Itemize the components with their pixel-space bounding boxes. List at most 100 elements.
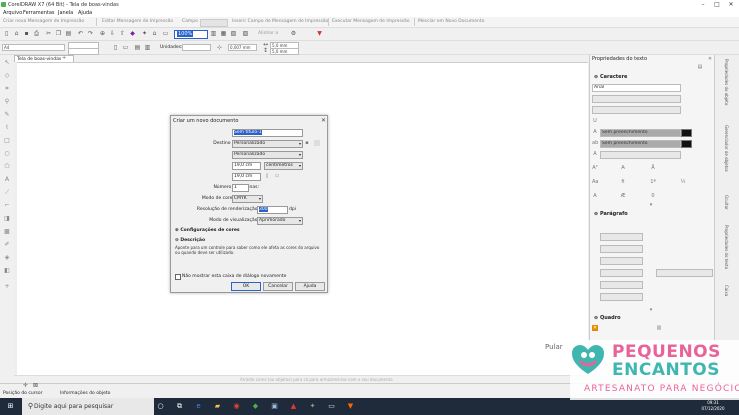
taskbar-search-box[interactable]: Digite aqui para pesquisar [22, 398, 154, 415]
more-chevron-icon[interactable]: ▾ [648, 202, 654, 208]
app2-taskbar-icon[interactable]: ✦ [308, 402, 317, 411]
zoom-tool-icon[interactable]: ⚲ [3, 98, 11, 106]
app4-taskbar-icon[interactable]: ▼ [346, 402, 355, 411]
font-list-select[interactable]: Arial [592, 84, 681, 92]
background-fill-swatch[interactable] [681, 140, 692, 148]
tab-text-properties[interactable]: Propriedades do texto [721, 225, 729, 269]
add-tab-icon[interactable]: + [62, 55, 68, 62]
pages-input[interactable]: 1 [232, 184, 249, 192]
background-fill-select[interactable]: Sem preenchimento [600, 140, 681, 148]
insert-field-button[interactable]: Inserir Campo de Mensagem de Impressão [232, 17, 328, 27]
maximize-button[interactable]: □ [710, 0, 724, 10]
dont-show-checkbox[interactable] [175, 274, 181, 280]
interactive-fill-tool-icon[interactable]: ◈ [3, 254, 11, 262]
docker-close-icon[interactable]: ✕ [707, 56, 713, 62]
print-icon[interactable]: ⎙ [33, 30, 40, 37]
color-settings-toggle[interactable]: ⊕ Configurações de cores [175, 228, 240, 233]
outline-width-select[interactable] [600, 151, 681, 159]
corel-connect-icon[interactable]: ◆ [129, 30, 136, 37]
field-select[interactable] [200, 19, 228, 27]
page-height-field[interactable] [68, 48, 99, 55]
import-icon[interactable]: ⇩ [109, 30, 116, 37]
edit-merge-button[interactable]: Editar Mensagem de Impressão [102, 17, 173, 27]
ligature-icon[interactable]: fi [620, 179, 626, 185]
page-size-select[interactable]: A4 [2, 44, 65, 51]
chrome-icon[interactable]: ◉ [232, 402, 241, 411]
ok-button[interactable]: OK [231, 282, 261, 291]
space-before-field[interactable] [600, 257, 643, 265]
export-icon[interactable]: ⇧ [119, 30, 126, 37]
windows-start-icon[interactable]: ⊞ [6, 402, 15, 411]
smart-fill-tool-icon[interactable]: ◧ [3, 267, 11, 275]
color-eyedropper-tool-icon[interactable]: ✐ [3, 241, 11, 249]
paragraph-section-header[interactable]: ⊖ Parágrafo [594, 211, 628, 217]
small-caps-icon[interactable]: Aa [592, 179, 598, 185]
columns-icon[interactable]: ▥ [656, 325, 662, 331]
coreldraw-taskbar-icon[interactable]: ◆ [251, 402, 260, 411]
delete-preset-icon[interactable] [314, 140, 320, 146]
menu-janela[interactable]: Janela [58, 10, 73, 17]
connector-tool-icon[interactable]: ⌐ [3, 202, 11, 210]
frame-fill-icon[interactable]: ✕ [592, 325, 598, 331]
show-rulers-icon[interactable]: ▥ [210, 30, 217, 37]
taskbar-clock[interactable]: 09:31 07/12/2020 [698, 400, 728, 412]
close-window-button[interactable]: ✕ [724, 0, 738, 10]
docker-options-icon[interactable]: ▤ [697, 64, 703, 70]
swash-icon[interactable]: Æ [620, 193, 626, 199]
units-select[interactable]: centímetros [264, 162, 303, 170]
underline-icon[interactable]: U [592, 118, 598, 124]
menu-ferramentas[interactable]: Ferramentas [23, 10, 55, 17]
portrait-icon[interactable]: ▯ [112, 44, 119, 51]
run-merge-button[interactable]: Executar Mensagem de Impressão [332, 17, 410, 27]
paste-icon[interactable]: ▤ [65, 30, 72, 37]
tab-object-manager[interactable]: Gerenciador de objetos [721, 125, 729, 172]
help-button[interactable]: Ajuda [295, 282, 325, 291]
merge-new-doc-button[interactable]: Mesclar em Novo Documento [418, 17, 484, 27]
character-section-header[interactable]: ⊖ Caractere [594, 74, 627, 80]
new-doc-icon[interactable]: ▯ [3, 30, 10, 37]
landscape-icon[interactable]: ▭ [122, 44, 129, 51]
strikethrough-icon[interactable]: A̶ [620, 165, 626, 171]
task-view-icon[interactable]: ⧉ [175, 402, 184, 411]
indent-left-field[interactable] [600, 233, 643, 241]
word-spacing-field[interactable] [600, 293, 643, 301]
text-tool-icon[interactable]: A [3, 176, 11, 184]
name-input[interactable]: Sem título-1 [232, 129, 303, 137]
tab-hide[interactable]: Ocultar [721, 195, 729, 210]
size-select[interactable]: Personalizado [232, 151, 303, 159]
options-gear-icon[interactable]: ⚙ [290, 30, 297, 37]
welcome-icon[interactable]: ⌂ [151, 30, 158, 37]
drop-shadow-tool-icon[interactable]: ◨ [3, 215, 11, 223]
save-preset-icon[interactable]: ▪ [304, 140, 310, 146]
nudge-field[interactable]: 0,007 mm [228, 44, 257, 51]
superscript-icon[interactable]: A² [592, 165, 598, 171]
minimize-button[interactable]: – [696, 0, 710, 10]
app-launcher-icon[interactable]: ✦ [141, 30, 148, 37]
full-screen-icon[interactable]: ▭ [162, 30, 169, 37]
lining-figures-icon[interactable]: 0 [650, 193, 656, 199]
freehand-tool-icon[interactable]: ✎ [3, 111, 11, 119]
description-toggle[interactable]: ⊖ Descrição [175, 238, 205, 243]
duplicate-y-field[interactable]: 5,0 mm [270, 48, 299, 55]
cortana-icon[interactable]: ○ [156, 402, 165, 411]
open-folder-icon[interactable]: ⌂ [13, 30, 20, 37]
cancel-button[interactable]: Cancelar [263, 282, 293, 291]
tab-box[interactable]: Caixa [721, 285, 729, 296]
add-tool-icon[interactable]: + [3, 283, 11, 291]
show-guides-icon[interactable]: ▧ [230, 30, 237, 37]
undo-icon[interactable]: ↶ [77, 30, 84, 37]
create-merge-button[interactable]: Criar nova Mensagem de Impressão [3, 17, 84, 27]
space-after-field[interactable] [600, 269, 643, 277]
overline-icon[interactable]: Ā [650, 165, 656, 171]
zoom-level-select[interactable]: 100% [174, 30, 208, 39]
stylistic-set-icon[interactable]: A [592, 193, 598, 199]
preview-mode-select[interactable]: Aprimorado [257, 217, 303, 225]
app3-taskbar-icon[interactable]: ▭ [327, 402, 336, 411]
shape-tool-icon[interactable]: ◇ [3, 72, 11, 80]
units-select[interactable] [182, 44, 211, 51]
height-input[interactable]: 19,0 cm [232, 173, 261, 181]
text-fill-swatch[interactable] [681, 129, 692, 137]
polygon-tool-icon[interactable]: ⬠ [3, 163, 11, 171]
show-grid-icon[interactable]: ▦ [220, 30, 227, 37]
tab-object-properties[interactable]: Propriedades do objeto [721, 59, 729, 105]
